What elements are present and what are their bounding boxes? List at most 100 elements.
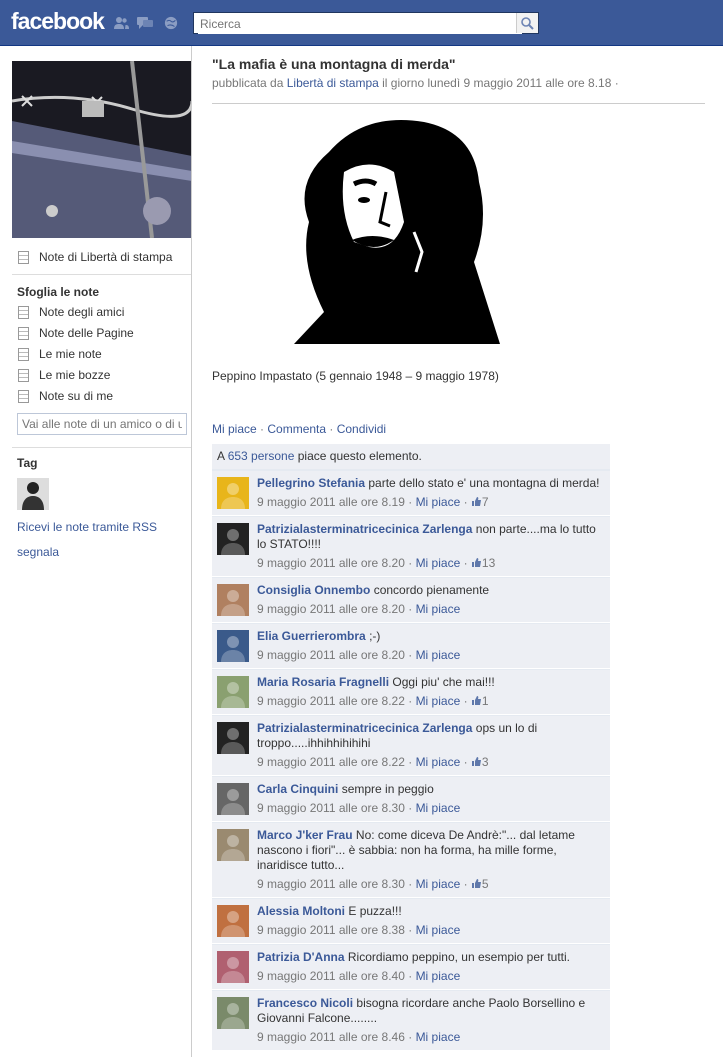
like-count[interactable]: 1 (471, 694, 489, 708)
note-title: "La mafia è una montagna di merda" (212, 56, 456, 72)
comment-link[interactable]: Commenta (267, 422, 326, 436)
comment-like-link[interactable]: Mi piace (416, 556, 461, 570)
comment-body: Marco J'ker Frau No: come diceva De Andr… (257, 823, 610, 897)
profile-picture[interactable] (12, 61, 192, 238)
thumbs-up-icon (471, 696, 481, 705)
comment-item: Pellegrino Stefania parte dello stato e'… (212, 470, 610, 516)
comment-body: Patrizialasterminatricecinica Zarlenga n… (257, 517, 610, 576)
sidebar-item-label: Note di Libertà di stampa (39, 250, 173, 264)
comment-like-link[interactable]: Mi piace (416, 602, 461, 616)
commenter-avatar[interactable] (217, 997, 249, 1029)
comment-item: Maria Rosaria Fragnelli Oggi piu' che ma… (212, 669, 610, 715)
commenter-avatar[interactable] (217, 477, 249, 509)
comment-timestamp: 9 maggio 2011 alle ore 8.30 (257, 801, 405, 815)
browse-notes-heading: Sfoglia le note (17, 285, 100, 299)
tagged-person-avatar[interactable] (17, 478, 49, 510)
comment-like-link[interactable]: Mi piace (416, 877, 461, 891)
comment-author-link[interactable]: Maria Rosaria Fragnelli (257, 675, 389, 689)
comment-author-link[interactable]: Pellegrino Stefania (257, 476, 365, 490)
divider (12, 274, 191, 275)
left-sidebar: Note di Libertà di stampa Sfoglia le not… (0, 46, 192, 1057)
comment-meta: 9 maggio 2011 alle ore 8.30 · Mi piace (257, 801, 461, 815)
comment-author-link[interactable]: Patrizialasterminatricecinica Zarlenga (257, 522, 472, 536)
friend-notes-input[interactable] (17, 413, 187, 435)
sidebar-item-friends-notes[interactable]: Note degli amici (17, 303, 124, 321)
comment-like-link[interactable]: Mi piace (416, 923, 461, 937)
note-meta: pubblicata da Libertà di stampa il giorn… (212, 76, 619, 90)
note-icon (18, 390, 29, 403)
comment-list: Pellegrino Stefania parte dello stato e'… (212, 470, 610, 1051)
commenter-avatar[interactable] (217, 951, 249, 983)
comment-author-link[interactable]: Patrizia D'Anna (257, 950, 345, 964)
comment-timestamp: 9 maggio 2011 alle ore 8.38 (257, 923, 405, 937)
comment-author-link[interactable]: Elia Guerrierombra (257, 629, 366, 643)
divider (12, 447, 191, 448)
comment-like-link[interactable]: Mi piace (416, 969, 461, 983)
likes-count-link[interactable]: 653 persone (228, 449, 295, 463)
comment-text: sempre in peggio (341, 782, 434, 796)
like-count[interactable]: 5 (471, 877, 489, 891)
comment-item: Alessia Moltoni E puzza!!! 9 maggio 2011 … (212, 898, 610, 944)
commenter-avatar[interactable] (217, 905, 249, 937)
sidebar-item-my-notes[interactable]: Le mie note (17, 345, 102, 363)
report-link[interactable]: segnala (17, 543, 59, 561)
comment-author-link[interactable]: Alessia Moltoni (257, 904, 345, 918)
comment-like-link[interactable]: Mi piace (416, 755, 461, 769)
like-count[interactable]: 13 (471, 556, 495, 570)
comment-like-link[interactable]: Mi piace (416, 648, 461, 662)
search-input[interactable] (198, 14, 522, 34)
thumbs-up-icon (471, 757, 481, 766)
comment-like-link[interactable]: Mi piace (416, 495, 461, 509)
comment-like-link[interactable]: Mi piace (416, 801, 461, 815)
messages-icon[interactable] (137, 16, 153, 30)
notifications-globe-icon[interactable] (163, 16, 179, 30)
comment-author-link[interactable]: Francesco Nicoli (257, 996, 353, 1010)
commenter-avatar[interactable] (217, 523, 249, 555)
comment-text: parte dello stato e' una montagna di mer… (368, 476, 600, 490)
comment-timestamp: 9 maggio 2011 alle ore 8.19 (257, 495, 405, 509)
comment-item: Carla Cinquini sempre in peggio 9 maggio … (212, 776, 610, 822)
facebook-logo[interactable]: facebook (11, 8, 105, 35)
comment-like-link[interactable]: Mi piace (416, 694, 461, 708)
commenter-avatar[interactable] (217, 783, 249, 815)
commenter-avatar[interactable] (217, 829, 249, 861)
thumbs-up-icon (471, 879, 481, 888)
commenter-avatar[interactable] (217, 630, 249, 662)
search-box[interactable] (193, 12, 539, 34)
divider (212, 103, 705, 104)
comment-like-link[interactable]: Mi piace (416, 1030, 461, 1044)
image-caption: Peppino Impastato (5 gennaio 1948 – 9 ma… (212, 369, 499, 383)
comment-timestamp: 9 maggio 2011 alle ore 8.20 (257, 556, 405, 570)
comment-author-link[interactable]: Carla Cinquini (257, 782, 338, 796)
comment-author-link[interactable]: Marco J'ker Frau (257, 828, 353, 842)
comment-body: Alessia Moltoni E puzza!!! 9 maggio 2011 … (257, 899, 610, 943)
sidebar-item-notes-of[interactable]: Note di Libertà di stampa (17, 248, 172, 266)
comments-section: A 653 persone piace questo elemento. Pel… (212, 444, 610, 1051)
sidebar-item-notes-about-me[interactable]: Note su di me (17, 387, 113, 405)
commenter-avatar[interactable] (217, 676, 249, 708)
like-count[interactable]: 7 (471, 495, 489, 509)
commenter-avatar[interactable] (217, 722, 249, 754)
likes-summary: A 653 persone piace questo elemento. (212, 444, 610, 470)
author-link[interactable]: Libertà di stampa (287, 76, 379, 90)
comment-author-link[interactable]: Consiglia Onnembo (257, 583, 370, 597)
note-actions: Mi piace · Commenta · Condividi (212, 422, 387, 436)
comment-author-link[interactable]: Patrizialasterminatricecinica Zarlenga (257, 721, 472, 735)
comment-meta: 9 maggio 2011 alle ore 8.22 · Mi piace ·… (257, 694, 489, 708)
note-icon (18, 306, 29, 319)
like-count[interactable]: 3 (471, 755, 489, 769)
friend-requests-icon[interactable] (113, 16, 129, 30)
comment-meta: 9 maggio 2011 alle ore 8.20 · Mi piace (257, 602, 461, 616)
search-button[interactable] (516, 13, 538, 33)
rss-link[interactable]: Ricevi le note tramite RSS (17, 518, 157, 536)
comment-body: Pellegrino Stefania parte dello stato e'… (257, 471, 610, 515)
note-icon (18, 348, 29, 361)
comment-body: Maria Rosaria Fragnelli Oggi piu' che ma… (257, 670, 610, 714)
share-link[interactable]: Condividi (337, 422, 386, 436)
top-bar: facebook (0, 0, 723, 46)
sidebar-item-pages-notes[interactable]: Note delle Pagine (17, 324, 134, 342)
like-link[interactable]: Mi piace (212, 422, 257, 436)
sidebar-item-my-drafts[interactable]: Le mie bozze (17, 366, 110, 384)
commenter-avatar[interactable] (217, 584, 249, 616)
comment-timestamp: 9 maggio 2011 alle ore 8.22 (257, 755, 405, 769)
